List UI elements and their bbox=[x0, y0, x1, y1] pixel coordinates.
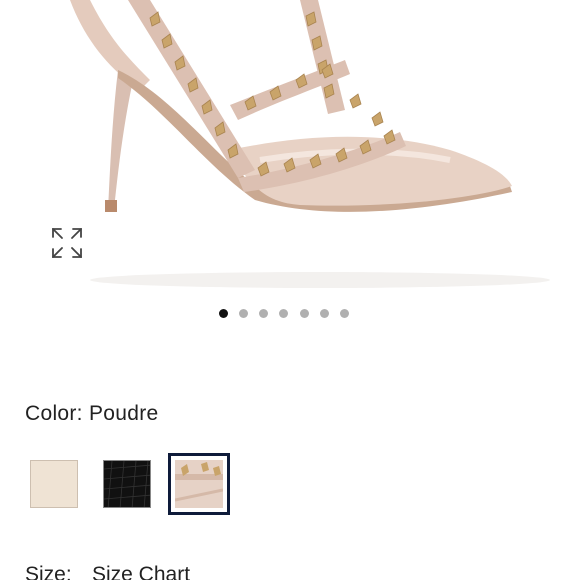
black-swatch-texture bbox=[104, 461, 150, 507]
expand-arrows-icon[interactable] bbox=[50, 226, 84, 260]
product-image-shoe bbox=[70, 0, 550, 288]
gallery-dot-7[interactable] bbox=[340, 309, 349, 318]
color-swatch-black[interactable] bbox=[103, 460, 151, 508]
gallery-dot-6[interactable] bbox=[320, 309, 329, 318]
color-selection-label: Color: Poudre bbox=[25, 402, 159, 426]
gallery-pagination bbox=[0, 309, 580, 319]
color-label: Color: bbox=[25, 402, 83, 425]
product-image-gallery[interactable] bbox=[0, 0, 580, 290]
gallery-dot-5[interactable] bbox=[300, 309, 309, 318]
size-label: Size: bbox=[25, 563, 72, 580]
color-swatch-cream[interactable] bbox=[30, 460, 78, 508]
gallery-dot-4[interactable] bbox=[279, 309, 288, 318]
gallery-dot-1[interactable] bbox=[219, 309, 228, 318]
poudre-swatch-image bbox=[175, 460, 223, 508]
gallery-dot-2[interactable] bbox=[239, 309, 248, 318]
gallery-dot-3[interactable] bbox=[259, 309, 268, 318]
color-value: Poudre bbox=[88, 402, 159, 425]
size-chart-link[interactable]: Size Chart bbox=[92, 563, 190, 580]
color-swatch-poudre-selected[interactable] bbox=[168, 453, 230, 515]
size-selection-row: Size: Size Chart bbox=[25, 563, 190, 580]
